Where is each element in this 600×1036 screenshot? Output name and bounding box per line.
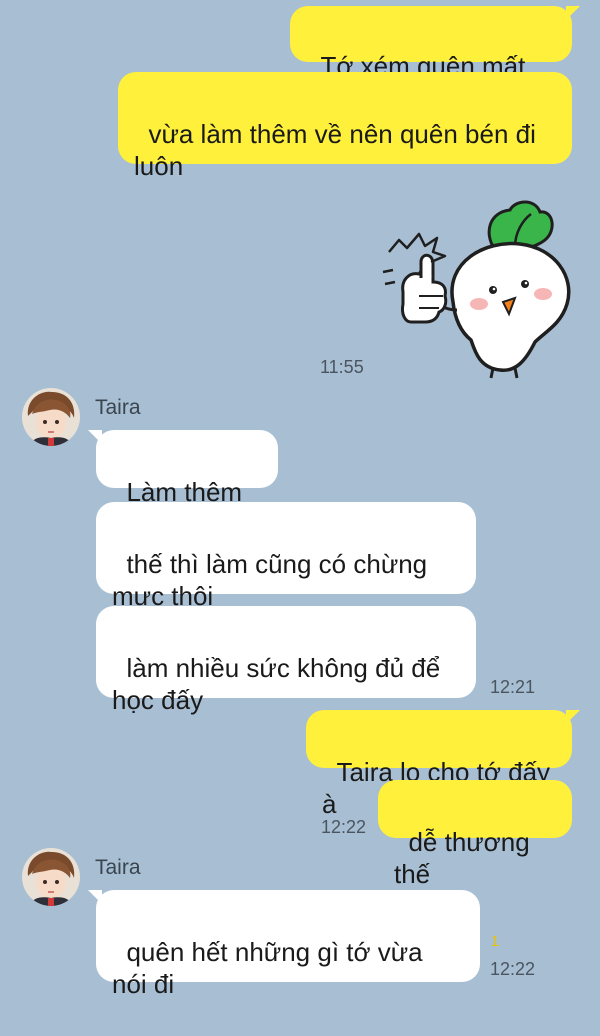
sent-message[interactable]: dễ thương thế <box>378 780 572 889</box>
message-text: thế thì làm cũng có chừng mực thôi <box>112 549 435 611</box>
received-message[interactable]: Làm thêm à? <box>88 430 278 539</box>
sent-message[interactable]: Taira lo cho tớ đấy à <box>306 710 580 819</box>
avatar[interactable] <box>22 388 80 446</box>
sender-name: Taira <box>95 396 141 419</box>
avatar[interactable] <box>22 848 80 906</box>
message-time: 11:55 <box>320 357 364 377</box>
unread-count: 1 <box>491 933 500 950</box>
radish-sticker-icon <box>382 200 571 379</box>
message-text: vừa làm thêm về nên quên bén đi luôn <box>134 119 544 181</box>
taira-avatar-icon <box>22 848 80 906</box>
received-message[interactable]: làm nhiều sức không đủ để học đấy <box>96 606 476 715</box>
radish-thumbs-up-sticker[interactable] <box>375 192 575 382</box>
taira-avatar-icon <box>22 388 80 446</box>
received-message[interactable]: quên hết những gì tớ vừa nói đi <box>88 890 480 999</box>
message-time: 12:22 <box>321 817 367 837</box>
message-text: quên hết những gì tớ vừa nói đi <box>112 937 430 999</box>
message-text: làm nhiều sức không đủ để học đấy <box>112 653 448 715</box>
sent-message[interactable]: vừa làm thêm về nên quên bén đi luôn <box>118 72 572 181</box>
received-message[interactable]: thế thì làm cũng có chừng mực thôi <box>96 502 476 611</box>
sender-name: Taira <box>95 856 141 879</box>
message-time: 12:22 <box>490 959 536 979</box>
message-text: dễ thương thế <box>394 827 537 889</box>
sent-message[interactable]: Tớ xém quên mất đấy <box>290 6 580 113</box>
message-time: 12:21 <box>490 677 536 697</box>
